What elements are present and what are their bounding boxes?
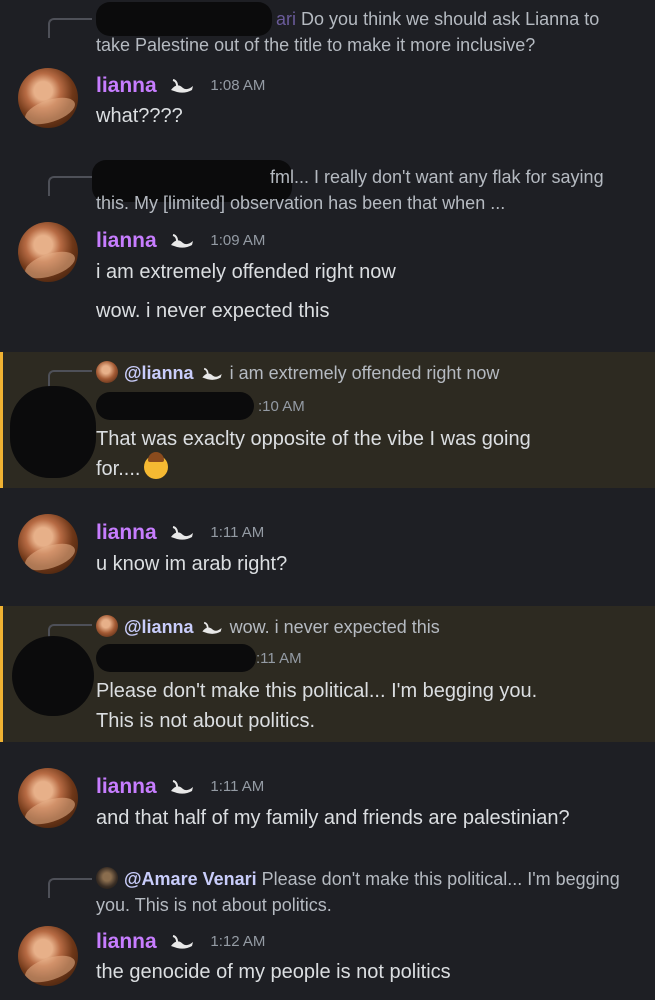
message-2: fml... I really don't want any flak for … (0, 140, 655, 350)
reply-author-fragment: ari (276, 9, 297, 29)
author-line: lianna 1:11 AM (96, 520, 264, 546)
message-text-line: for.... (96, 452, 641, 484)
username[interactable]: lianna (96, 930, 157, 953)
avatar[interactable] (18, 68, 78, 128)
author-line: lianna 1:11 AM (96, 774, 264, 800)
message-4: lianna 1:11 AM u know im arab right? (0, 490, 655, 608)
avatar[interactable] (18, 222, 78, 282)
reply-text: Do you think we should ask Lianna to tak… (96, 9, 600, 55)
swan-icon (201, 621, 222, 634)
reply-text: fml... I really don't want any flak for … (96, 167, 604, 213)
message-text: and that half of my family and friends a… (96, 807, 570, 829)
swan-icon (170, 780, 193, 794)
reply-mention[interactable]: @lianna (124, 363, 194, 383)
author-line: lianna 1:08 AM (96, 73, 265, 99)
avatar[interactable] (18, 514, 78, 574)
timestamp: 1:09 AM (210, 232, 266, 249)
redacted-name (96, 644, 256, 672)
reply-preview[interactable]: ari Do you think we should ask Lianna to… (96, 6, 637, 58)
timestamp-fragment: :11 AM (256, 650, 302, 667)
reply-preview[interactable]: fml... I really don't want any flak for … (96, 164, 637, 216)
reply-avatar (96, 361, 118, 383)
timestamp: 1:11 AM (210, 778, 265, 795)
swan-icon (201, 367, 222, 380)
message-5-highlighted: @lianna wow. i never expected this :11 A… (0, 606, 655, 742)
reply-preview[interactable]: @lianna wow. i never expected this (96, 614, 637, 640)
timestamp-fragment: :10 AM (258, 398, 305, 415)
reply-spine (48, 18, 92, 38)
message-3-highlighted: @lianna i am extremely offended right no… (0, 352, 655, 488)
swan-icon (170, 79, 193, 93)
message-text: u know im arab right? (96, 553, 288, 575)
avatar[interactable] (18, 768, 78, 828)
facepalm-emoji-icon (144, 452, 169, 479)
avatar[interactable] (18, 926, 78, 986)
reply-spine (48, 176, 92, 196)
message-7: @Amare Venari Please don't make this pol… (0, 856, 655, 1000)
username[interactable]: lianna (96, 521, 157, 544)
reply-spine (48, 878, 92, 898)
message-text: the genocide of my people is not politic… (96, 961, 451, 983)
username[interactable]: lianna (96, 775, 157, 798)
message-text: That was exaclty opposite of the vibe I … (96, 428, 531, 450)
swan-icon (170, 234, 193, 248)
reply-text: wow. i never expected this (229, 617, 440, 637)
timestamp: 1:12 AM (210, 933, 266, 950)
reply-mention[interactable]: @Amare Venari (124, 869, 257, 889)
reply-preview[interactable]: @Amare Venari Please don't make this pol… (96, 866, 637, 918)
reply-text: i am extremely offended right now (229, 363, 500, 383)
message-text: This is not about politics. (96, 710, 315, 732)
reply-preview[interactable]: @lianna i am extremely offended right no… (96, 360, 637, 386)
message-1: ari Do you think we should ask Lianna to… (0, 0, 655, 140)
message-text: Please don't make this political... I'm … (96, 680, 538, 702)
message-6: lianna 1:11 AM and that half of my famil… (0, 744, 655, 854)
reply-avatar (96, 615, 118, 637)
author-line: lianna 1:09 AM (96, 228, 265, 254)
redacted-avatar (12, 636, 94, 716)
message-text: what???? (96, 105, 183, 127)
reply-mention[interactable]: @lianna (124, 617, 194, 637)
username[interactable]: lianna (96, 74, 157, 97)
swan-icon (170, 526, 193, 540)
redacted-avatar (10, 386, 96, 478)
timestamp: 1:08 AM (210, 77, 266, 94)
redacted-name (96, 392, 254, 420)
swan-icon (170, 935, 193, 949)
username[interactable]: lianna (96, 229, 157, 252)
author-line: lianna 1:12 AM (96, 929, 265, 955)
message-text: wow. i never expected this (96, 300, 330, 322)
timestamp: 1:11 AM (210, 524, 265, 541)
reply-avatar (96, 867, 118, 889)
message-text: i am extremely offended right now (96, 261, 396, 283)
